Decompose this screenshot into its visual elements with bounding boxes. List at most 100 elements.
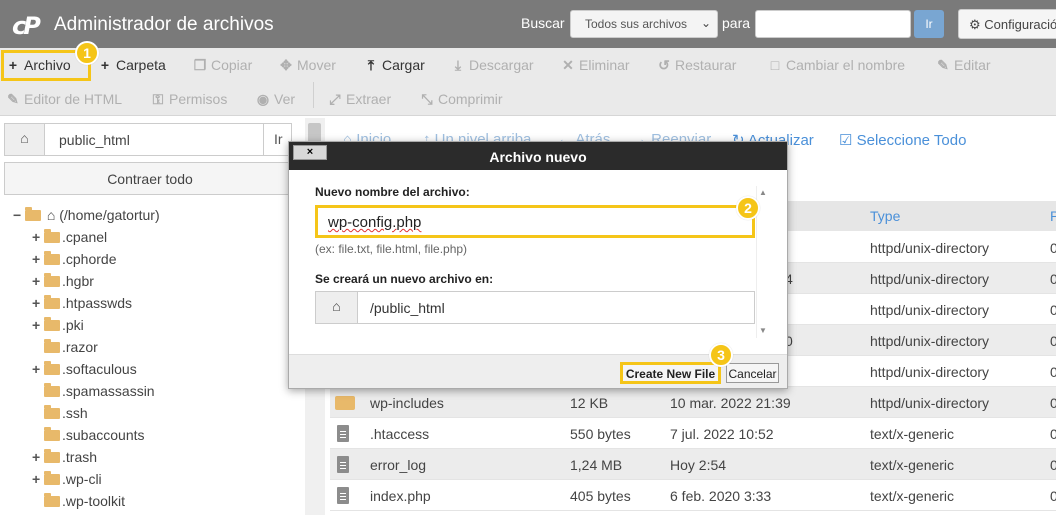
expand-toggle-icon[interactable]: + [32, 471, 44, 487]
upload-icon: ⤒ [367, 57, 375, 73]
column-permissions-header[interactable]: P [1050, 208, 1056, 224]
tree-item-label: .wp-cli [62, 471, 102, 487]
tree-item[interactable]: .razor [32, 339, 98, 355]
tree-item[interactable]: + .trash [32, 449, 97, 465]
search-scope-value: Todos sus archivos [585, 17, 688, 31]
location-field[interactable]: ⌂ /public_html [315, 291, 755, 324]
new-folder-button[interactable]: + Carpeta [98, 53, 166, 77]
folder-icon [44, 317, 60, 331]
copy-icon: ❐ [193, 57, 207, 73]
tree-root[interactable]: − ⌂ (/home/gatortur) [13, 207, 160, 223]
tree-item-label: .pki [62, 317, 84, 333]
copy-button[interactable]: ❐ Copiar [193, 53, 253, 77]
tree-item-label: .cpanel [62, 229, 108, 245]
tree-item[interactable]: + .cphorde [32, 251, 116, 267]
download-button[interactable]: ⤓ Descargar [451, 53, 534, 77]
html-editor-button[interactable]: ✎ Editor de HTML [6, 87, 122, 111]
location-value: /public_html [370, 300, 445, 316]
expand-toggle-icon[interactable]: + [32, 361, 44, 377]
app-title: Administrador de archivos [54, 14, 274, 35]
column-type-header[interactable]: Type [870, 208, 900, 224]
file-size-cell: 12 KB [570, 395, 609, 411]
expand-toggle-icon[interactable]: + [32, 251, 44, 267]
tree-item-label: .cphorde [62, 251, 117, 267]
cancel-button[interactable]: Cancelar [726, 363, 779, 383]
home-icon[interactable]: ⌂ [5, 124, 45, 155]
expand-toggle-icon[interactable]: + [32, 449, 44, 465]
tree-item-label: .softaculous [62, 361, 137, 377]
expand-toggle-icon[interactable]: + [32, 273, 44, 289]
scroll-down-icon[interactable]: ▼ [759, 326, 767, 335]
tree-item-label: .trash [62, 449, 98, 465]
tree-item[interactable]: .subaccounts [32, 427, 145, 443]
home-icon: ⌂ [46, 207, 56, 223]
collapse-toggle-icon[interactable]: − [13, 207, 25, 223]
create-new-file-button[interactable]: Create New File [620, 362, 721, 384]
html-editor-label: Editor de HTML [24, 91, 123, 107]
delete-label: Eliminar [579, 57, 630, 73]
settings-button[interactable]: ⚙ Configuración [958, 9, 1056, 39]
folder-icon [44, 471, 60, 485]
tree-item-label: .subaccounts [62, 427, 145, 443]
nav-select-all[interactable]: ☑ Seleccione Todo [839, 131, 966, 149]
path-field[interactable]: ⌂ public_html Ir [4, 123, 292, 156]
scroll-up-icon[interactable]: ▲ [759, 188, 767, 197]
tree-item[interactable]: .spamassassin [32, 383, 155, 399]
file-permissions-cell: 0 [1050, 271, 1056, 287]
rename-label: Cambiar el nombre [786, 57, 906, 73]
view-label: Ver [274, 91, 296, 107]
tree-item[interactable]: + .hgbr [32, 273, 94, 289]
new-file-name-input[interactable]: wp-config.php [315, 205, 755, 238]
tree-item[interactable]: + .htpasswds [32, 295, 132, 311]
compress-button[interactable]: ⤡ Comprimir [420, 87, 503, 111]
file-type-cell: httpd/unix-directory [870, 271, 990, 287]
tree-item[interactable]: + .softaculous [32, 361, 137, 377]
view-button[interactable]: ◉ Ver [256, 87, 295, 111]
close-icon[interactable]: × [293, 145, 327, 160]
tree-item[interactable]: + .pki [32, 317, 84, 333]
download-label: Descargar [469, 57, 534, 73]
upload-button[interactable]: ⤒ Cargar [364, 53, 425, 77]
expand-toggle-icon[interactable]: + [32, 229, 44, 245]
move-label: Mover [297, 57, 336, 73]
extract-button[interactable]: ⤢ Extraer [328, 87, 391, 111]
move-button[interactable]: ✥ Mover [279, 53, 336, 77]
tree-item[interactable]: + .cpanel [32, 229, 107, 245]
search-go-button[interactable]: Ir [914, 10, 944, 38]
edit-button[interactable]: ✎ Editar [936, 53, 990, 77]
search-input[interactable] [755, 10, 911, 38]
close-icon: ✕ [562, 57, 574, 73]
delete-button[interactable]: ✕ Eliminar [561, 53, 630, 77]
tree-item[interactable]: .ssh [32, 405, 88, 421]
dialog-title: Archivo nuevo [489, 149, 587, 165]
pencil-icon: ✎ [937, 57, 949, 73]
move-icon: ✥ [280, 57, 292, 73]
file-type-cell: httpd/unix-directory [870, 333, 990, 349]
file-permissions-cell: 0 [1050, 302, 1056, 318]
tree-item-label: .spamassassin [62, 383, 155, 399]
restore-button[interactable]: ↺ Restaurar [657, 53, 736, 77]
expand-toggle-icon[interactable]: + [32, 317, 44, 333]
folder-icon [44, 449, 60, 463]
permissions-button[interactable]: ⚿ Permisos [151, 87, 228, 111]
key-icon: ⚿ [152, 91, 164, 107]
file-type-cell: text/x-generic [870, 426, 955, 442]
path-value: public_html [59, 132, 130, 148]
tree-item[interactable]: + .wp-cli [32, 471, 102, 487]
folder-open-icon [25, 207, 41, 221]
file-name-cell: index.php [370, 488, 431, 504]
upload-label: Cargar [382, 57, 425, 73]
extract-label: Extraer [346, 91, 392, 107]
collapse-all-button[interactable]: Contraer todo [4, 162, 296, 195]
folder-icon [44, 361, 60, 375]
location-label: Se creará un nuevo archivo en: [315, 272, 494, 286]
cpanel-logo[interactable]: cP [12, 12, 41, 40]
folder-icon [44, 295, 60, 309]
compress-label: Comprimir [438, 91, 503, 107]
file-date-cell: 6 feb. 2020 3:33 [670, 488, 772, 504]
rename-button[interactable]: □ Cambiar el nombre [768, 53, 905, 77]
tree-item[interactable]: .wp-toolkit [32, 493, 125, 509]
file-permissions-cell: 0 [1050, 364, 1056, 380]
search-scope-select[interactable]: Todos sus archivos ⌄ [570, 10, 718, 38]
expand-toggle-icon[interactable]: + [32, 295, 44, 311]
